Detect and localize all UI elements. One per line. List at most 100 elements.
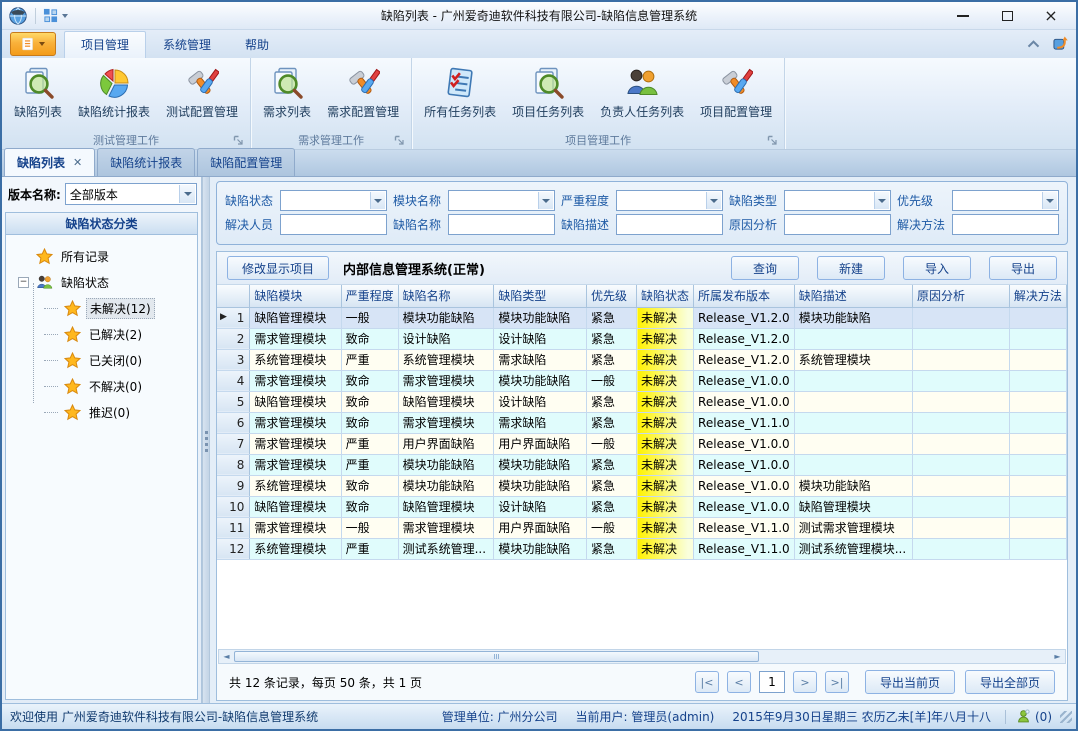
column-header-1[interactable]: 严重程度 xyxy=(341,285,398,307)
table-row[interactable]: 7需求管理模块严重用户界面缺陷用户界面缺陷一般未解决Release_V1.0.0 xyxy=(217,433,1067,454)
column-header-2[interactable]: 缺陷名称 xyxy=(398,285,494,307)
sidebar-splitter[interactable] xyxy=(202,177,210,703)
document-tab-1[interactable]: 缺陷统计报表 xyxy=(97,148,195,176)
toolbar-action-0[interactable]: 查询 xyxy=(731,256,799,280)
version-combobox[interactable]: 全部版本 xyxy=(65,183,197,205)
modify-display-items-button[interactable]: 修改显示项目 xyxy=(227,256,329,280)
ribbon-button[interactable]: 缺陷统计报表 xyxy=(70,61,158,123)
tree-item-4[interactable]: 已关闭(0) xyxy=(16,347,195,373)
row-selector[interactable]: 6 xyxy=(217,412,250,433)
ribbon-tab-2[interactable]: 帮助 xyxy=(228,31,286,58)
scroll-left-icon[interactable]: ◄ xyxy=(219,650,234,663)
combo-arrow-button[interactable] xyxy=(179,185,195,203)
toolbar-action-3[interactable]: 导出 xyxy=(989,256,1057,280)
table-row[interactable]: 10缺陷管理模块致命缺陷管理模块设计缺陷紧急未解决Release_V1.0.0缺… xyxy=(217,496,1067,517)
table-row[interactable]: 3系统管理模块严重系统管理模块需求缺陷紧急未解决Release_V1.2.0系统… xyxy=(217,349,1067,370)
row-selector[interactable]: 11 xyxy=(217,517,250,538)
row-selector[interactable]: ▶1 xyxy=(217,307,250,328)
row-selector[interactable]: 2 xyxy=(217,328,250,349)
dialog-launcher-button[interactable] xyxy=(394,135,405,146)
maximize-button[interactable] xyxy=(998,7,1016,25)
filter-row1-combo-4[interactable] xyxy=(952,190,1059,211)
dialog-launcher-button[interactable] xyxy=(233,135,244,146)
online-user-icon[interactable] xyxy=(1016,709,1031,724)
column-header-3[interactable]: 缺陷类型 xyxy=(494,285,587,307)
row-selector[interactable]: 9 xyxy=(217,475,250,496)
ribbon-button[interactable]: 需求列表 xyxy=(255,61,319,123)
row-selector[interactable]: 4 xyxy=(217,370,250,391)
row-selector[interactable]: 10 xyxy=(217,496,250,517)
row-selector[interactable]: 12 xyxy=(217,538,250,559)
column-header-7[interactable]: 缺陷描述 xyxy=(794,285,912,307)
first-page-button[interactable]: |< xyxy=(695,671,719,693)
ribbon-button[interactable]: 需求配置管理 xyxy=(319,61,407,123)
row-selector[interactable]: 3 xyxy=(217,349,250,370)
collapse-ribbon-button[interactable] xyxy=(1026,36,1041,51)
tree-item-5[interactable]: 不解决(0) xyxy=(16,373,195,399)
scrollbar-thumb[interactable] xyxy=(234,651,759,662)
tree-item-6[interactable]: 推迟(0) xyxy=(16,399,195,425)
last-page-button[interactable]: >| xyxy=(825,671,849,693)
filter-text-input[interactable] xyxy=(281,215,386,234)
filter-row1-combo-1[interactable] xyxy=(448,190,555,211)
style-switcher-icon[interactable] xyxy=(1053,36,1068,51)
page-number-input[interactable] xyxy=(759,671,785,693)
quick-access-button[interactable] xyxy=(43,8,68,23)
filter-text-input[interactable] xyxy=(449,215,554,234)
table-row[interactable]: 5缺陷管理模块致命缺陷管理模块设计缺陷紧急未解决Release_V1.0.0 xyxy=(217,391,1067,412)
document-tab-2[interactable]: 缺陷配置管理 xyxy=(197,148,295,176)
resize-grip[interactable] xyxy=(1060,711,1072,723)
ribbon-button[interactable]: 所有任务列表 xyxy=(416,61,504,123)
horizontal-scrollbar[interactable]: ◄ ► xyxy=(218,649,1066,664)
row-selector[interactable]: 7 xyxy=(217,433,250,454)
scroll-right-icon[interactable]: ► xyxy=(1050,650,1065,663)
column-header-8[interactable]: 原因分析 xyxy=(912,285,1009,307)
filter-text-input[interactable] xyxy=(953,215,1058,234)
table-row[interactable]: 6需求管理模块致命需求管理模块需求缺陷紧急未解决Release_V1.1.0 xyxy=(217,412,1067,433)
row-selector[interactable]: 5 xyxy=(217,391,250,412)
dialog-launcher-button[interactable] xyxy=(767,135,778,146)
ribbon-button[interactable]: 测试配置管理 xyxy=(158,61,246,123)
ribbon-button[interactable]: 项目任务列表 xyxy=(504,61,592,123)
column-header-6[interactable]: 所属发布版本 xyxy=(694,285,795,307)
column-header-5[interactable]: 缺陷状态 xyxy=(637,285,694,307)
tree-item-1[interactable]: −缺陷状态 xyxy=(16,269,195,295)
ribbon-tab-1[interactable]: 系统管理 xyxy=(146,31,228,58)
export-button-0[interactable]: 导出当前页 xyxy=(865,670,955,694)
toolbar-action-2[interactable]: 导入 xyxy=(903,256,971,280)
column-header-9[interactable]: 解决方法 xyxy=(1009,285,1066,307)
tree-item-3[interactable]: 已解决(2) xyxy=(16,321,195,347)
filter-text-input[interactable] xyxy=(785,215,890,234)
table-row[interactable]: 8需求管理模块严重模块功能缺陷模块功能缺陷紧急未解决Release_V1.0.0 xyxy=(217,454,1067,475)
table-row[interactable]: 4需求管理模块致命需求管理模块模块功能缺陷一般未解决Release_V1.0.0 xyxy=(217,370,1067,391)
ribbon-button[interactable]: 缺陷列表 xyxy=(6,61,70,123)
tree-item-2[interactable]: 未解决(12) xyxy=(16,295,195,321)
close-button[interactable]: × xyxy=(1042,7,1060,25)
table-row[interactable]: ▶1缺陷管理模块一般模块功能缺陷模块功能缺陷紧急未解决Release_V1.2.… xyxy=(217,307,1067,328)
table-row[interactable]: 12系统管理模块严重测试系统管理...模块功能缺陷紧急未解决Release_V1… xyxy=(217,538,1067,559)
column-header-4[interactable]: 优先级 xyxy=(586,285,636,307)
collapse-node-icon[interactable]: − xyxy=(18,277,29,288)
ribbon-button[interactable]: 负责人任务列表 xyxy=(592,61,692,123)
export-button-1[interactable]: 导出全部页 xyxy=(965,670,1055,694)
filter-row1-combo-2[interactable] xyxy=(616,190,723,211)
column-header-0[interactable]: 缺陷模块 xyxy=(250,285,341,307)
prev-page-button[interactable]: < xyxy=(727,671,751,693)
filter-row1-combo-0[interactable] xyxy=(280,190,387,211)
filter-text-input[interactable] xyxy=(617,215,722,234)
tree-item-0[interactable]: 所有记录 xyxy=(16,243,195,269)
table-row[interactable]: 2需求管理模块致命设计缺陷设计缺陷紧急未解决Release_V1.2.0 xyxy=(217,328,1067,349)
document-tab-0[interactable]: 缺陷列表✕ xyxy=(4,148,95,176)
ribbon-button[interactable]: 项目配置管理 xyxy=(692,61,780,123)
ribbon-tab-0[interactable]: 项目管理 xyxy=(64,31,146,58)
table-row[interactable]: 11需求管理模块一般需求管理模块用户界面缺陷一般未解决Release_V1.1.… xyxy=(217,517,1067,538)
minimize-button[interactable] xyxy=(954,7,972,25)
filter-row1-combo-3[interactable] xyxy=(784,190,891,211)
toolbar-action-1[interactable]: 新建 xyxy=(817,256,885,280)
table-row[interactable]: 9系统管理模块致命模块功能缺陷模块功能缺陷紧急未解决Release_V1.0.0… xyxy=(217,475,1067,496)
row-selector[interactable]: 8 xyxy=(217,454,250,475)
tab-close-icon[interactable]: ✕ xyxy=(73,156,82,169)
row-selector-header[interactable] xyxy=(217,285,250,307)
next-page-button[interactable]: > xyxy=(793,671,817,693)
application-menu-button[interactable] xyxy=(10,32,56,56)
